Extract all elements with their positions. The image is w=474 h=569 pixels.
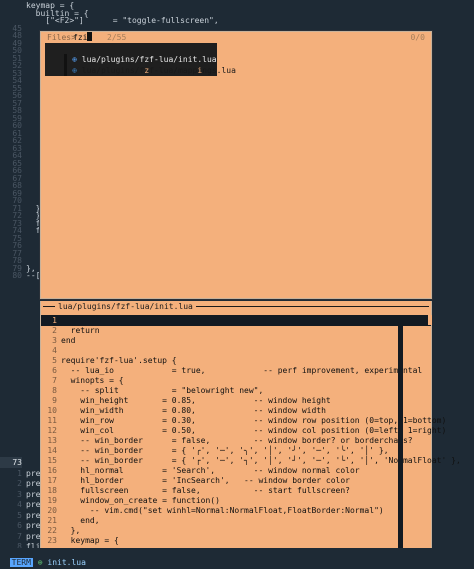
code-line[interactable]: pre	[26, 489, 40, 500]
preview-title-bar: lua/plugins/fzf-lua/init.lua	[41, 301, 431, 313]
fzf-result-item[interactable]: ⊕ lua/plugins/fzf-lua/mappings.lua	[45, 54, 236, 87]
mode-indicator: TERM	[9, 558, 33, 567]
code-line[interactable]: pre	[26, 478, 40, 489]
fzf-result-path-part: ngs.lua	[202, 66, 236, 75]
fzf-selection-count: 0/0	[410, 33, 425, 42]
code-line[interactable]: fli	[26, 541, 40, 548]
preview-cursor-column	[398, 315, 403, 551]
line-number: 7	[17, 531, 22, 541]
fzf-prompt-line[interactable]: Files> fzi 2/55 0/0	[41, 32, 431, 43]
fzf-result-path-part: f-lua/mapp	[149, 66, 198, 75]
line-number: 80	[12, 271, 22, 280]
fzf-result-path-part: lua/plugins/f	[81, 66, 145, 75]
preview-scrollbar-thumb[interactable]	[428, 315, 432, 325]
code-line[interactable]: pre	[26, 499, 40, 510]
code-line[interactable]: --[	[26, 270, 40, 281]
line-number: 4	[17, 500, 22, 509]
preview-line: 23 keymap = {	[41, 535, 431, 546]
preview-code: keymap = {	[61, 536, 119, 545]
fzf-query-input[interactable]: fzi	[73, 32, 93, 43]
preview-title: lua/plugins/fzf-lua/init.lua	[55, 301, 196, 312]
line-number: 2	[17, 479, 22, 488]
current-line-number: 73	[0, 457, 22, 468]
code-line[interactable]: pre	[26, 531, 40, 542]
fzf-match-info: 2/55	[107, 33, 127, 42]
line-number: 8	[17, 542, 22, 548]
lua-file-icon: ⊕	[72, 66, 77, 75]
status-bar: TERM ⊕ init.lua	[0, 548, 474, 567]
code-line[interactable]: pre	[26, 520, 40, 531]
fzf-preview-window[interactable]: lua/plugins/fzf-lua/init.lua 12 return 3 e…	[40, 301, 461, 552]
fzf-picker-window[interactable]: Files> fzi 2/55 0/0 ⊕ lua/plugins/fzf-lu…	[40, 31, 432, 299]
code-line[interactable]: pre	[26, 510, 40, 521]
line-number: 3	[17, 489, 22, 499]
fzf-query-text: fzi	[73, 33, 88, 42]
line-number: 6	[17, 521, 22, 530]
file-icon: ⊕	[37, 558, 43, 567]
line-number: 5	[17, 510, 22, 520]
code-line[interactable]: ["<F2>"] = "toggle-fullscreen",	[26, 15, 218, 26]
selection-marker	[64, 65, 68, 76]
status-filename: init.lua	[47, 558, 86, 567]
line-number: 1	[17, 468, 22, 478]
preview-line-number: 23	[47, 536, 57, 545]
fzf-prompt-label: Files>	[47, 33, 76, 42]
text-cursor	[87, 32, 93, 41]
code-line[interactable]: pre	[26, 468, 40, 479]
